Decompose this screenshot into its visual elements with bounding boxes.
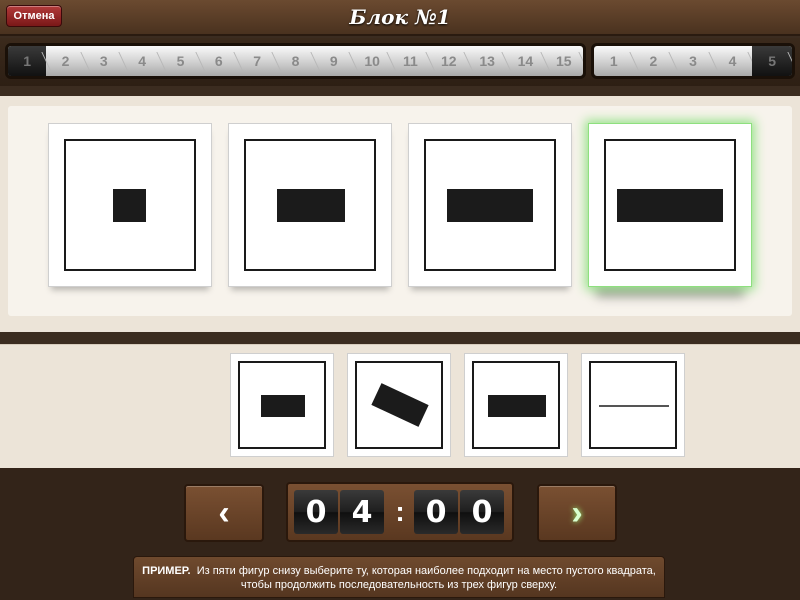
figure-frame bbox=[64, 139, 196, 271]
figure-frame bbox=[424, 139, 556, 271]
answer-option-4[interactable] bbox=[581, 353, 685, 457]
top-bar: Отмена Блок №1 bbox=[0, 0, 800, 36]
page-title: Блок №1 bbox=[349, 5, 451, 29]
progress-step[interactable]: 12 bbox=[430, 46, 468, 76]
filled-rectangle bbox=[277, 189, 345, 222]
sequence-area bbox=[0, 96, 800, 332]
block-step[interactable]: 2 bbox=[634, 46, 674, 76]
figure-frame bbox=[244, 139, 376, 271]
filled-rectangle bbox=[617, 189, 723, 222]
question-progress-bar: 1 2 3 4 5 6 7 8 9 10 11 12 13 14 15 bbox=[5, 43, 586, 79]
progress-step[interactable]: 13 bbox=[468, 46, 506, 76]
timer-digit: 0 bbox=[294, 490, 338, 534]
progress-step[interactable]: 4 bbox=[123, 46, 161, 76]
block-progress-bar: 1 2 3 4 5 bbox=[591, 43, 795, 79]
answer-option-1[interactable] bbox=[230, 353, 334, 457]
sequence-panel bbox=[8, 106, 792, 316]
progress-step[interactable]: 5 bbox=[161, 46, 199, 76]
chevron-right-icon: › bbox=[571, 493, 583, 532]
figure-frame bbox=[472, 361, 560, 449]
previous-button[interactable]: ‹ bbox=[184, 484, 264, 542]
progress-step[interactable]: 1 bbox=[8, 46, 47, 76]
filled-rectangle bbox=[488, 395, 546, 417]
progress-step[interactable]: 3 bbox=[85, 46, 123, 76]
filled-rectangle bbox=[113, 189, 146, 222]
sequence-answer-slot[interactable] bbox=[588, 123, 752, 287]
figure-frame bbox=[604, 139, 736, 271]
sequence-figure-3 bbox=[408, 123, 572, 287]
progress-step[interactable]: 7 bbox=[238, 46, 276, 76]
answer-option-2[interactable] bbox=[347, 353, 451, 457]
progress-step[interactable]: 14 bbox=[506, 46, 544, 76]
instruction-panel: ПРИМЕР. Из пяти фигур снизу выберите ту,… bbox=[133, 556, 665, 598]
filled-rectangle bbox=[447, 189, 533, 222]
block-step[interactable]: 5 bbox=[752, 46, 792, 76]
answer-options-area bbox=[0, 344, 800, 468]
answer-option-3[interactable] bbox=[464, 353, 568, 457]
timer-digit: 0 bbox=[414, 490, 458, 534]
countdown-timer: 0 4 : 0 0 bbox=[286, 482, 514, 542]
timer-colon: : bbox=[395, 496, 405, 527]
progress-strip: 1 2 3 4 5 6 7 8 9 10 11 12 13 14 15 1 2 … bbox=[0, 38, 800, 86]
cancel-button[interactable]: Отмена bbox=[6, 5, 62, 27]
figure-frame bbox=[238, 361, 326, 449]
progress-step[interactable]: 10 bbox=[353, 46, 391, 76]
progress-step[interactable]: 9 bbox=[315, 46, 353, 76]
figure-frame bbox=[355, 361, 443, 449]
filled-rectangle bbox=[261, 395, 305, 417]
sequence-figure-2 bbox=[228, 123, 392, 287]
progress-step[interactable]: 2 bbox=[46, 46, 84, 76]
hint-text: Из пяти фигур снизу выберите ту, которая… bbox=[196, 565, 656, 591]
progress-step[interactable]: 6 bbox=[200, 46, 238, 76]
rotated-rectangle bbox=[371, 383, 429, 427]
block-step[interactable]: 3 bbox=[673, 46, 713, 76]
timer-digit: 0 bbox=[460, 490, 504, 534]
sequence-figure-1 bbox=[48, 123, 212, 287]
progress-step[interactable]: 15 bbox=[545, 46, 583, 76]
timer-digit: 4 bbox=[340, 490, 384, 534]
thin-line bbox=[599, 405, 669, 407]
progress-step[interactable]: 8 bbox=[276, 46, 314, 76]
next-button[interactable]: › bbox=[537, 484, 617, 542]
figure-frame bbox=[589, 361, 677, 449]
chevron-left-icon: ‹ bbox=[218, 493, 230, 532]
progress-step[interactable]: 11 bbox=[391, 46, 429, 76]
hint-prefix: ПРИМЕР. bbox=[142, 565, 191, 577]
block-step[interactable]: 4 bbox=[713, 46, 753, 76]
block-step[interactable]: 1 bbox=[594, 46, 634, 76]
control-bar: ‹ 0 4 : 0 0 › ПРИМЕР. Из пяти фигур сниз… bbox=[0, 468, 800, 600]
